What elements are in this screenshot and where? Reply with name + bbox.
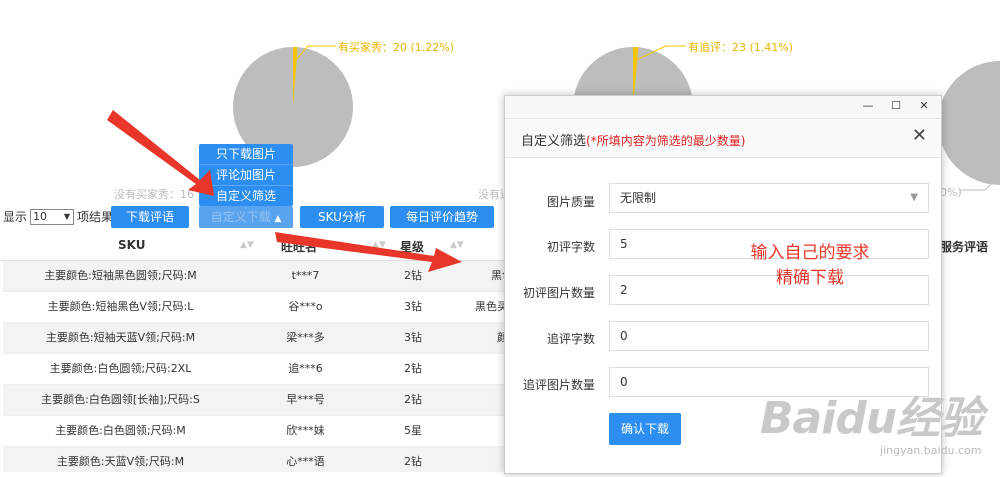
menu-item-reviews-with-images[interactable]: 评论加图片 (199, 165, 293, 186)
sort-icon[interactable]: ▲▼ (240, 240, 254, 250)
table-row: 主要颜色:白色圆领;尺码:2XL 追***6 2钻 (3, 354, 510, 385)
show-label: 显示 (3, 210, 28, 224)
window-titlebar: — ☐ ✕ (505, 96, 941, 119)
table-row: 主要颜色:短袖黑色圆领;尺码:M t***7 2钻 黑色 (3, 261, 513, 292)
header-sku[interactable]: SKU (118, 238, 145, 252)
baidu-watermark-url: jingyan.baidu.com (880, 444, 982, 457)
pie3-under-label: 0%) (940, 186, 962, 199)
pie1-under-label: 没有买家秀：16 (114, 188, 194, 201)
caret-up-icon: ▲ (274, 214, 282, 224)
sort-icon[interactable]: ▲▼ (450, 240, 464, 250)
custom-download-menu: 只下载图片 评论加图片 自定义筛选 (199, 144, 293, 206)
annotation-text: 输入自己的要求 精确下载 (750, 243, 870, 288)
chevron-down-icon: ▼ (63, 211, 71, 221)
table-row: 主要颜色:白色圆领[长袖];尺码:S 早***号 2钻 (3, 385, 510, 416)
results-suffix: 项结果 (77, 210, 114, 224)
pie-chart-third (938, 61, 1000, 185)
table-row: 主要颜色:天蓝V领;尺码:M 心***语 2钻 (3, 447, 510, 472)
page-size-control: 显示 10 ▼ 项结果 (3, 208, 113, 225)
baidu-watermark: Baidu经验 (760, 393, 983, 444)
table-header: SKU ▲▼ 旺旺名 ▲▼ 星级 ▲▼ (0, 230, 510, 261)
minimize-icon[interactable]: — (861, 99, 875, 112)
followup-images-label: 追评图片数量 (522, 378, 595, 392)
image-quality-label: 图片质量 (546, 195, 595, 209)
table-row: 主要颜色:白色圆领;尺码:M 欣***妹 5星 (3, 416, 510, 447)
sort-icon[interactable]: ▲▼ (372, 240, 386, 250)
close-icon[interactable]: ✕ (912, 125, 927, 146)
header-service-review[interactable]: 服务评语 (940, 238, 988, 255)
table-row: 主要颜色:短袖黑色V领;尺码:L 谷***o 3钻 黑色买 (3, 292, 510, 323)
table-row: 主要颜色:短袖天蓝V领;尺码:M 梁***多 3钻 颜 (3, 323, 510, 354)
image-quality-select[interactable]: 无限制 ▼ (609, 183, 929, 213)
first-review-images-label: 初评图片数量 (522, 286, 595, 300)
custom-download-dropdown-button[interactable]: 自定义下载 ▲ (199, 206, 293, 228)
maximize-icon[interactable]: ☐ (889, 99, 903, 112)
followup-chars-label: 追评字数 (546, 332, 595, 346)
dialog-hint: (*所填内容为筛选的最少数量) (586, 134, 746, 148)
dialog-header: 自定义筛选(*所填内容为筛选的最少数量) ✕ (505, 119, 941, 158)
dialog-title: 自定义筛选(*所填内容为筛选的最少数量) (521, 134, 746, 149)
page-size-select[interactable]: 10 ▼ (30, 208, 75, 225)
sku-analysis-button[interactable]: SKU分析 (300, 206, 384, 228)
confirm-download-button[interactable]: 确认下载 (609, 413, 681, 445)
pie1-callout: 有买家秀：20 (1.22%) (338, 41, 455, 54)
header-stars[interactable]: 星级 (400, 238, 424, 255)
menu-item-images-only[interactable]: 只下载图片 (199, 144, 293, 165)
daily-trend-button[interactable]: 每日评价趋势 (390, 206, 494, 228)
chevron-down-icon: ▼ (910, 192, 918, 203)
followup-chars-input[interactable]: 0 (609, 321, 929, 351)
pie2-callout: 有追评：23 (1.41%) (688, 41, 794, 54)
header-wangwang[interactable]: 旺旺名 (281, 238, 317, 255)
first-review-chars-label: 初评字数 (546, 240, 595, 254)
window-close-icon[interactable]: ✕ (917, 99, 931, 112)
menu-item-custom-filter[interactable]: 自定义筛选 (199, 186, 293, 206)
download-reviews-button[interactable]: 下载评语 (111, 206, 189, 228)
